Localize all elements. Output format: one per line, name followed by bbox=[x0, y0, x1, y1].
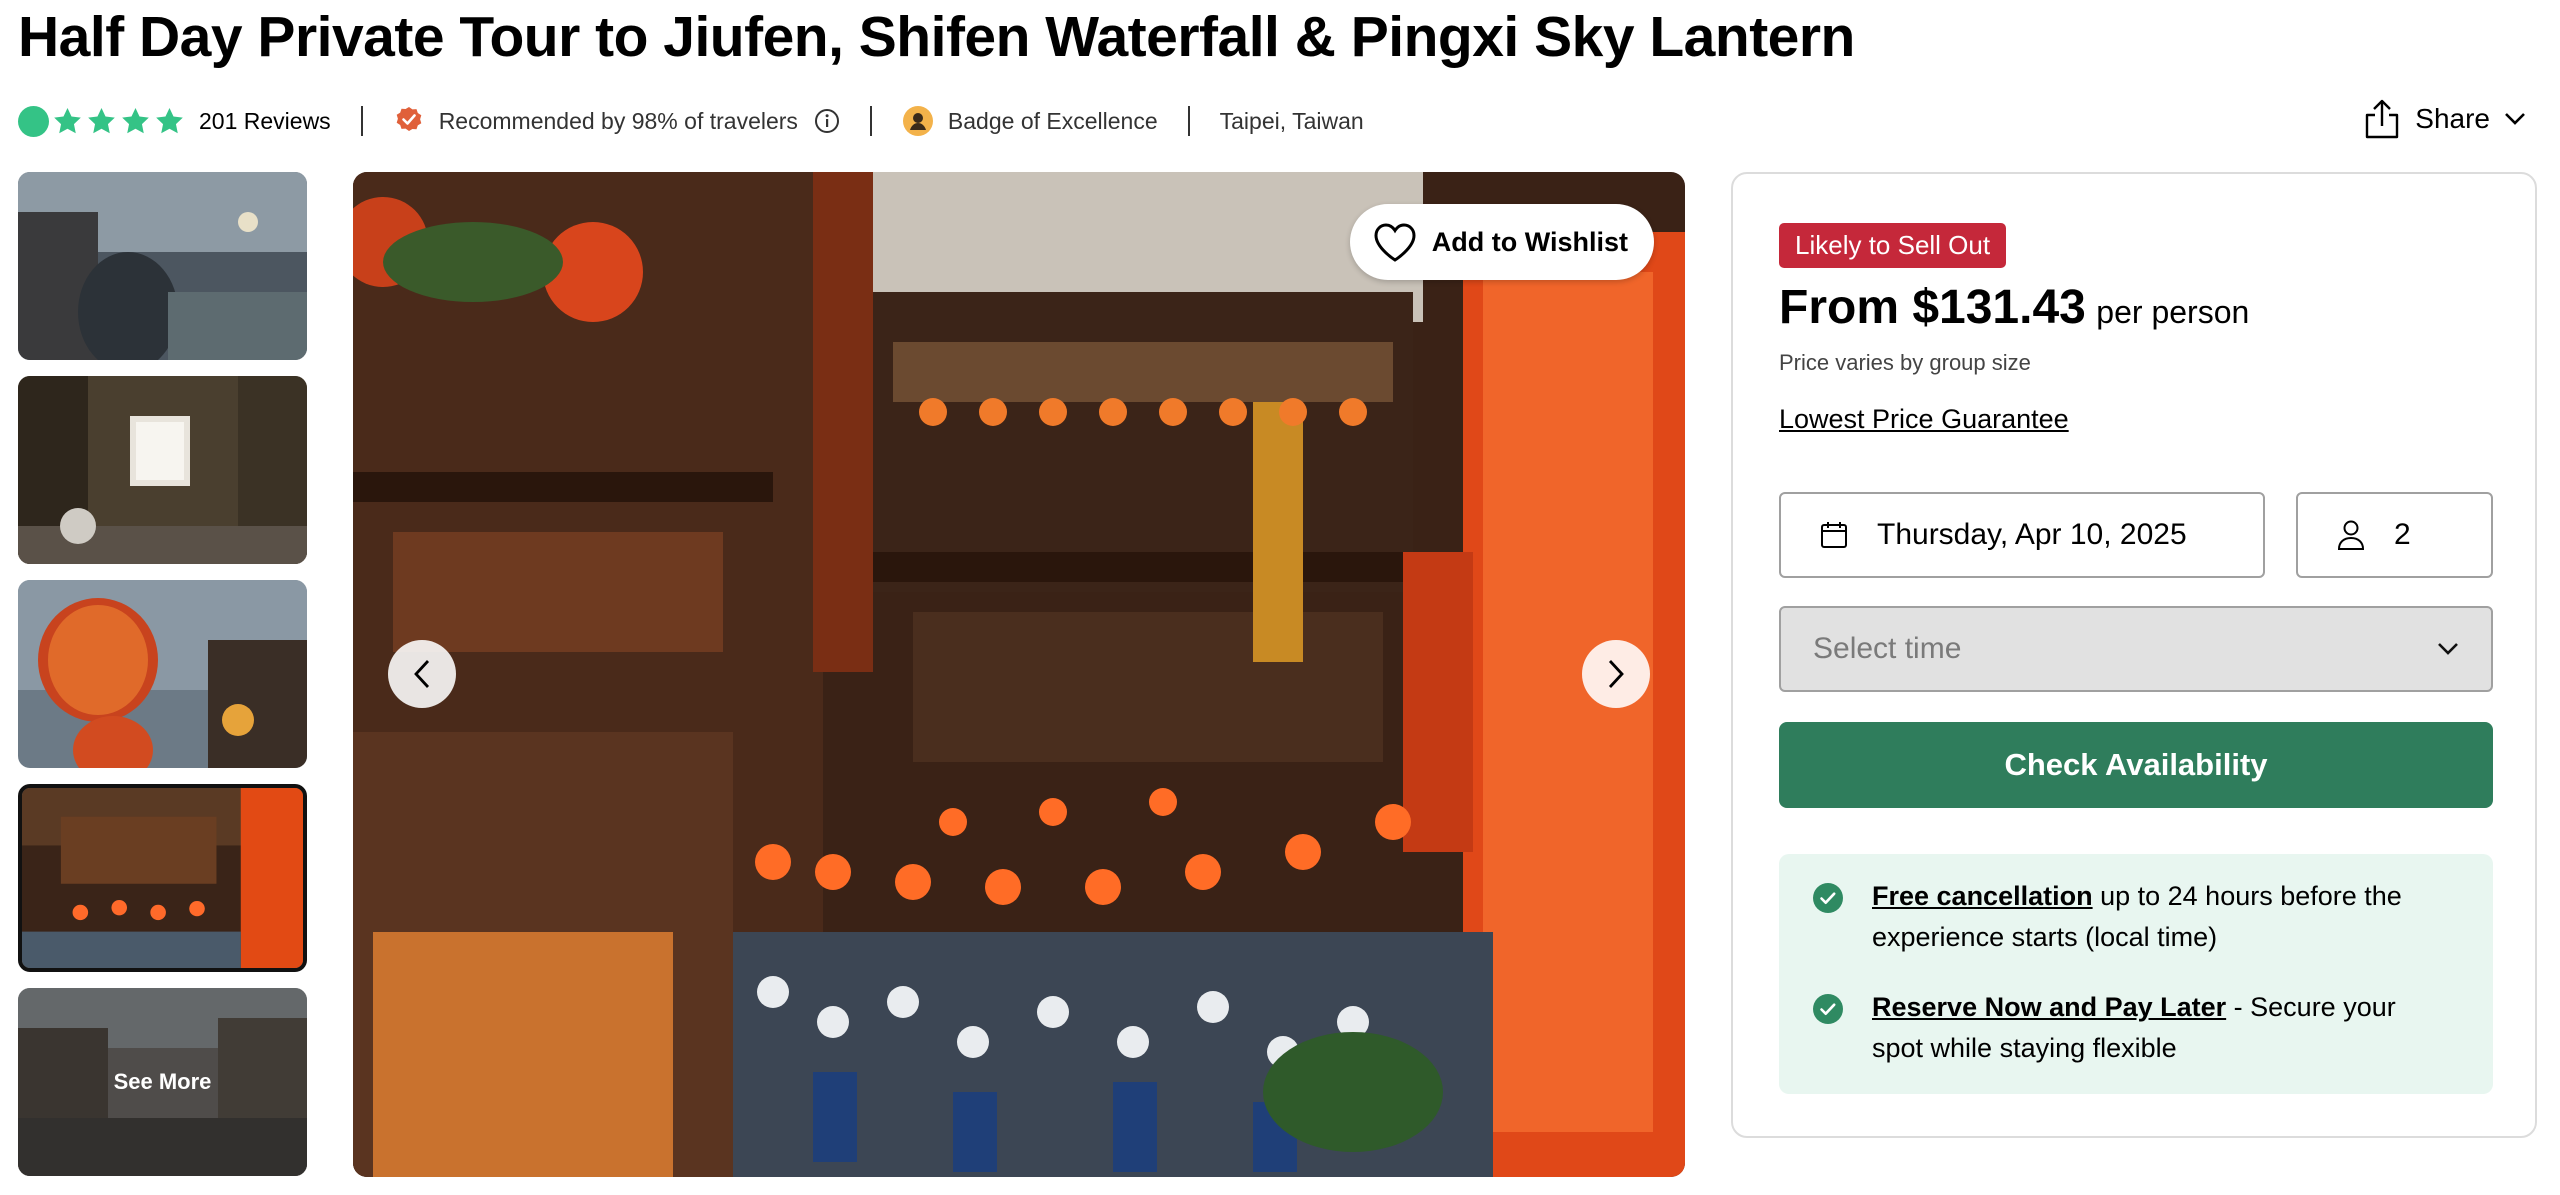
thumbnail-image bbox=[22, 788, 303, 968]
previous-photo-button[interactable] bbox=[388, 640, 456, 708]
price-amount: From $131.43 bbox=[1779, 281, 2086, 334]
star-icon bbox=[18, 105, 49, 137]
star-icon bbox=[88, 107, 115, 133]
thumbnail-image bbox=[18, 376, 307, 564]
check-availability-button[interactable]: Check Availability bbox=[1779, 722, 2493, 808]
perk-free-cancellation: Free cancellation up to 24 hours before … bbox=[1813, 876, 2453, 958]
recommended-badge-icon bbox=[396, 107, 421, 131]
next-photo-button[interactable] bbox=[1582, 640, 1650, 708]
star-icon bbox=[156, 107, 183, 133]
price-block: From $131.43 per person bbox=[1779, 280, 2249, 335]
chevron-down-icon bbox=[2438, 643, 2458, 655]
jiufen-street-photo bbox=[353, 172, 1685, 1177]
location-text: Taipei, Taiwan bbox=[1219, 107, 1364, 134]
free-cancellation-link[interactable]: Free cancellation bbox=[1872, 881, 2093, 911]
check-circle-icon bbox=[1813, 883, 1843, 913]
add-to-wishlist-button[interactable]: Add to Wishlist bbox=[1349, 204, 1654, 280]
lowest-price-guarantee-link[interactable]: Lowest Price Guarantee bbox=[1779, 404, 2069, 435]
price-note: Price varies by group size bbox=[1779, 350, 2031, 375]
heart-icon bbox=[1374, 223, 1416, 262]
booking-panel: Likely to Sell Out From $131.43 per pers… bbox=[1731, 172, 2537, 1138]
recommended-text: Recommended by 98% of travelers bbox=[438, 107, 798, 134]
see-more-label: See More bbox=[18, 988, 307, 1176]
star-icon bbox=[54, 107, 81, 133]
page-title: Half Day Private Tour to Jiufen, Shifen … bbox=[18, 5, 1855, 69]
select-time-placeholder: Select time bbox=[1813, 632, 1962, 665]
divider bbox=[1187, 106, 1190, 136]
calendar-icon bbox=[1821, 522, 1847, 548]
person-icon bbox=[2337, 520, 2365, 550]
share-button[interactable]: Share bbox=[2363, 96, 2526, 142]
select-time-dropdown[interactable]: Select time bbox=[1779, 606, 2493, 692]
likely-to-sell-out-badge: Likely to Sell Out bbox=[1779, 223, 2007, 268]
badge-of-excellence-icon bbox=[902, 106, 933, 136]
chevron-left-icon bbox=[414, 660, 430, 688]
check-circle-icon bbox=[1813, 994, 1843, 1024]
thumbnail-2[interactable] bbox=[18, 376, 307, 564]
travelers-value: 2 bbox=[2394, 518, 2411, 551]
divider bbox=[360, 106, 363, 136]
date-picker[interactable]: Thursday, Apr 10, 2025 bbox=[1779, 492, 2265, 578]
thumbnail-5-see-more[interactable]: See More bbox=[18, 988, 307, 1176]
thumbnail-1[interactable] bbox=[18, 172, 307, 360]
reserve-now-link[interactable]: Reserve Now and Pay Later bbox=[1872, 992, 2226, 1022]
badge-text: Badge of Excellence bbox=[947, 107, 1158, 134]
divider bbox=[869, 106, 872, 136]
perk-reserve-now: Reserve Now and Pay Later - Secure your … bbox=[1813, 987, 2453, 1069]
thumbnail-3[interactable] bbox=[18, 580, 307, 768]
rating-stars[interactable] bbox=[18, 105, 185, 137]
main-photo[interactable]: Add to Wishlist bbox=[353, 172, 1685, 1177]
tour-meta-row: 201 Reviews Recommended by 98% of travel… bbox=[18, 100, 1364, 142]
date-value: Thursday, Apr 10, 2025 bbox=[1877, 518, 2187, 551]
thumbnail-4-active[interactable] bbox=[18, 784, 307, 972]
chevron-right-icon bbox=[1608, 660, 1624, 688]
share-icon bbox=[2366, 99, 2399, 139]
thumbnail-image bbox=[18, 580, 307, 768]
wishlist-label: Add to Wishlist bbox=[1431, 226, 1628, 257]
booking-perks: Free cancellation up to 24 hours before … bbox=[1779, 854, 2493, 1094]
travelers-picker[interactable]: 2 bbox=[2296, 492, 2493, 578]
reviews-link[interactable]: 201 Reviews bbox=[199, 108, 331, 135]
info-icon[interactable] bbox=[814, 108, 840, 134]
price-unit: per person bbox=[2096, 294, 2250, 330]
share-label: Share bbox=[2415, 103, 2490, 134]
chevron-down-icon bbox=[2505, 113, 2525, 125]
thumbnail-image bbox=[18, 172, 307, 360]
star-icon bbox=[122, 107, 149, 133]
